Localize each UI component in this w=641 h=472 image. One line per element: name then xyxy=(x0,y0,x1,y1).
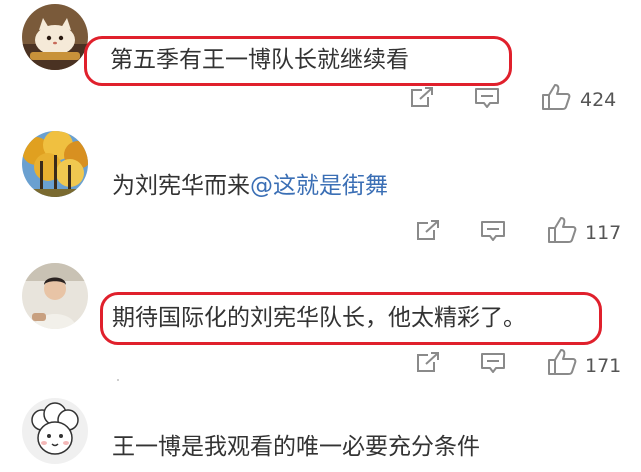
like-button[interactable] xyxy=(547,216,577,244)
comment-icon xyxy=(475,88,499,108)
like-button[interactable] xyxy=(541,83,571,111)
share-button[interactable] xyxy=(414,219,440,243)
comment-body: 为刘宪华而来 xyxy=(112,173,250,199)
comment-button[interactable] xyxy=(480,351,506,375)
like-button[interactable] xyxy=(547,348,577,376)
share-icon xyxy=(417,352,439,372)
share-button[interactable] xyxy=(408,86,434,110)
share-button[interactable] xyxy=(414,351,440,375)
thumbs-up-icon xyxy=(548,217,577,243)
share-icon xyxy=(417,220,439,240)
comment-text: 第五季有王一博队长就继续看 xyxy=(110,47,409,73)
comment-button[interactable] xyxy=(474,86,500,110)
sheep-cartoon-avatar[interactable] xyxy=(22,398,88,464)
like-count: 117 xyxy=(585,222,622,244)
comment-button[interactable] xyxy=(480,219,506,243)
thumbs-up-icon xyxy=(548,349,577,375)
separator-dot xyxy=(117,379,119,381)
comment-text: 王一博是我观看的唯一必要充分条件 xyxy=(112,434,480,460)
comment-icon xyxy=(481,221,505,241)
cat-bread-avatar[interactable] xyxy=(22,4,88,70)
comment-icon xyxy=(481,353,505,373)
like-count: 424 xyxy=(580,89,617,111)
person-photo-avatar[interactable] xyxy=(22,263,88,329)
comment-text: 期待国际化的刘宪华队长，他太精彩了。 xyxy=(112,305,526,331)
share-icon xyxy=(411,87,433,107)
mention-link[interactable]: @这就是街舞 xyxy=(250,173,388,199)
comment-text: 为刘宪华而来@这就是街舞 xyxy=(112,171,388,201)
like-count: 171 xyxy=(585,355,622,377)
autumn-trees-avatar[interactable] xyxy=(22,131,88,197)
thumbs-up-icon xyxy=(542,84,571,110)
